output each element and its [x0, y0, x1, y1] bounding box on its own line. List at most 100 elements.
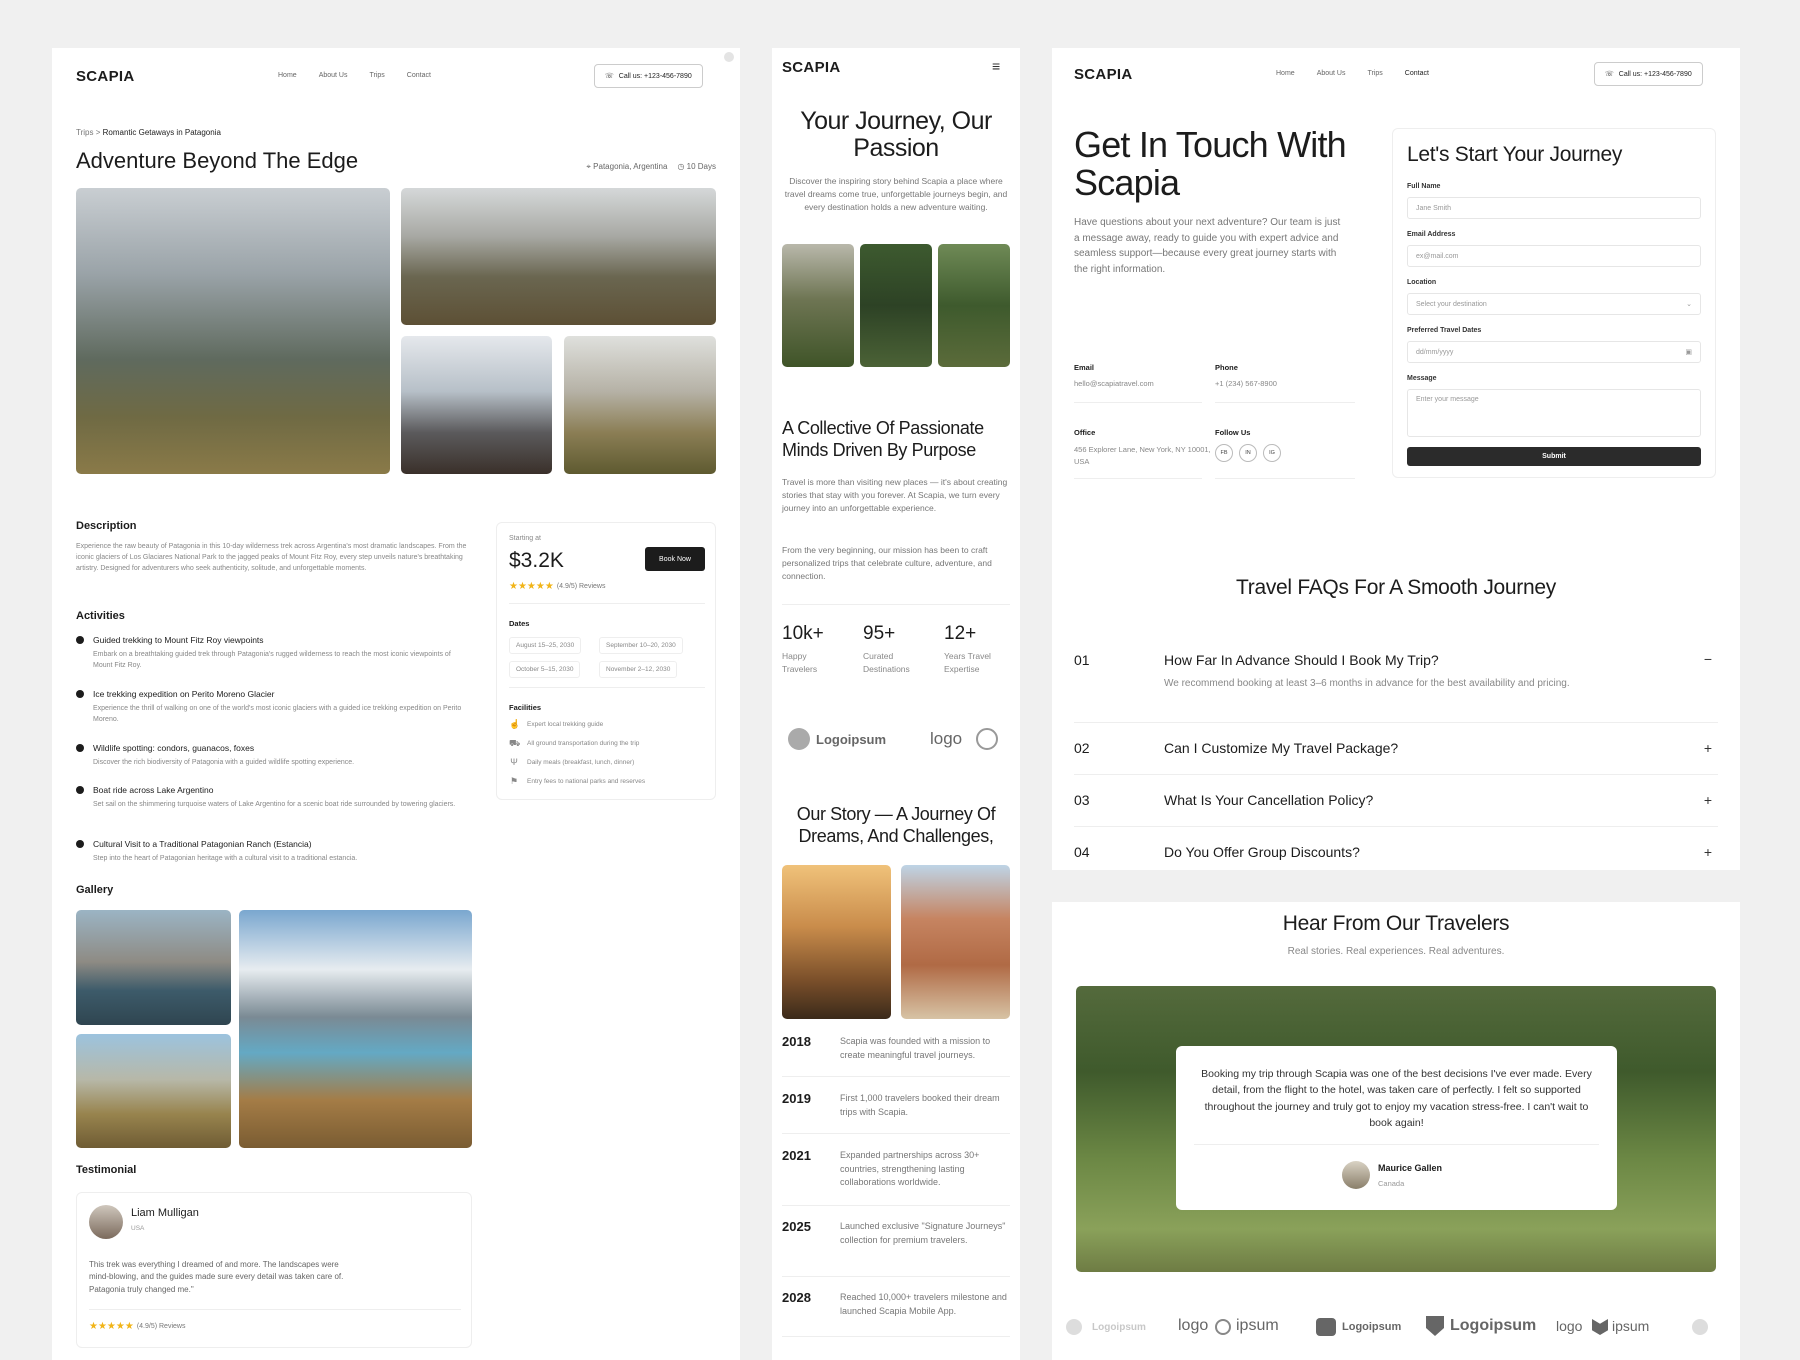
activity-text: Set sail on the shimmering turquoise wat… — [93, 801, 456, 808]
avatar — [1342, 1161, 1370, 1189]
trip-detail-page: SCAPIA Home About Us Trips Contact ☏ Call… — [52, 48, 740, 1360]
hero-image-2 — [860, 244, 932, 367]
timeline-year: 2028 — [782, 1290, 811, 1305]
section-title: Hear From Our Travelers — [1282, 912, 1510, 935]
nav-contact[interactable]: Contact — [407, 72, 431, 79]
divider — [782, 1076, 1010, 1077]
thumbs-up-icon: ☝ — [509, 719, 521, 729]
office-value: 456 Explorer Lane, New York, NY 10001, U… — [1074, 445, 1211, 466]
gallery-image-boat[interactable] — [76, 910, 231, 1025]
hero-image-main[interactable] — [76, 188, 390, 474]
nav-trips[interactable]: Trips — [369, 72, 384, 79]
divider — [89, 1309, 461, 1310]
location-select[interactable]: Select your destination ⌄ — [1407, 293, 1701, 315]
date-option[interactable]: November 2–12, 2030 — [599, 661, 678, 678]
hero-title: Your Journey, Our Passion — [800, 107, 992, 162]
timeline-text: Launched exclusive "Signature Journeys" … — [840, 1221, 1006, 1245]
nav-about[interactable]: About Us — [319, 72, 348, 79]
main-nav: Home About Us Trips Contact — [278, 72, 431, 79]
expand-icon[interactable]: + — [1704, 740, 1712, 756]
faq-question[interactable]: Do You Offer Group Discounts? — [1164, 844, 1360, 860]
logoipsum-mark-icon — [1066, 1319, 1082, 1335]
nav-trips[interactable]: Trips — [1367, 70, 1382, 77]
timeline-year: 2018 — [782, 1034, 811, 1049]
face-mark-icon — [1316, 1318, 1336, 1336]
description-heading: Description — [76, 520, 137, 532]
hero-image-1 — [782, 244, 854, 367]
date-option[interactable]: September 10–20, 2030 — [599, 637, 683, 654]
stat-label: Curated Destinations — [863, 651, 910, 675]
linkedin-icon[interactable]: IN — [1239, 444, 1257, 462]
activity-title: Wildlife spotting: condors, guanacos, fo… — [93, 743, 255, 753]
divider — [1074, 774, 1718, 775]
reviewer-name: Maurice Gallen — [1378, 1163, 1443, 1173]
hero-image-top-right[interactable] — [401, 188, 716, 325]
faq-question[interactable]: How Far In Advance Should I Book My Trip… — [1164, 652, 1439, 668]
faq-question[interactable]: What Is Your Cancellation Policy? — [1164, 792, 1373, 808]
story-title: Our Story — A Journey Of Dreams, And Cha… — [796, 804, 996, 846]
collective-text-1: Travel is more than visiting new places … — [782, 477, 1008, 514]
nav-home[interactable]: Home — [278, 72, 297, 79]
instagram-icon[interactable]: IG — [1263, 444, 1281, 462]
nav-contact[interactable]: Contact — [1405, 70, 1429, 77]
contact-title: Get In Touch With Scapia — [1074, 124, 1347, 203]
email-input[interactable]: ex@mail.com — [1407, 245, 1701, 267]
activity-title: Cultural Visit to a Traditional Patagoni… — [93, 839, 312, 849]
testimonial-heading: Testimonial — [76, 1164, 137, 1176]
divider — [782, 1276, 1010, 1277]
message-textarea[interactable]: Enter your message — [1407, 389, 1701, 437]
rating: ★★★★★ (4.9/5) Reviews — [509, 581, 606, 592]
breadcrumb-trips[interactable]: Trips — [76, 128, 93, 137]
wolf-icon — [1592, 1319, 1608, 1335]
facebook-icon[interactable]: FB — [1215, 444, 1233, 462]
submit-button[interactable]: Submit — [1407, 447, 1701, 466]
nav-home[interactable]: Home — [1276, 70, 1295, 77]
email-label: Email — [1074, 363, 1095, 372]
calendar-icon: ▣ — [1685, 349, 1692, 356]
logo[interactable]: SCAPIA — [782, 59, 840, 76]
divider — [1215, 402, 1355, 403]
call-button[interactable]: ☏ Call us: +123-456-7890 — [594, 64, 703, 88]
form-title: Let's Start Your Journey — [1407, 143, 1623, 166]
brand-logo: ipsum — [1612, 1318, 1650, 1334]
testimonial-quote-card: Booking my trip through Scapia was one o… — [1176, 1046, 1617, 1210]
date-input[interactable]: dd/mm/yyyy ▣ — [1407, 341, 1701, 363]
date-option[interactable]: October 5–15, 2030 — [509, 661, 581, 678]
hero-text: Discover the inspiring story behind Scap… — [784, 176, 1008, 213]
phone-label: Phone — [1215, 363, 1238, 372]
divider — [1074, 722, 1718, 723]
book-now-button[interactable]: Book Now — [645, 547, 705, 571]
logo[interactable]: SCAPIA — [76, 68, 134, 85]
description-text: Experience the raw beauty of Patagonia i… — [76, 543, 467, 572]
hero-image-bottom-left[interactable] — [401, 336, 552, 474]
phone-icon: ☏ — [1605, 71, 1614, 78]
collapse-icon[interactable]: − — [1704, 651, 1712, 667]
testimonial-text: This trek was everything I dreamed of an… — [89, 1260, 344, 1294]
date-option[interactable]: August 15–25, 2030 — [509, 637, 582, 654]
stat-number: 12+ — [944, 623, 977, 644]
breadcrumb-separator: > — [95, 128, 101, 137]
faq-number: 01 — [1074, 652, 1090, 668]
gallery-image-road[interactable] — [239, 910, 472, 1148]
brand-logo: Logoipsum — [1342, 1321, 1402, 1333]
price: $3.2K — [509, 549, 564, 572]
testimonials-section: Hear From Our Travelers Real stories. Re… — [1052, 902, 1740, 1360]
story-image-1 — [782, 865, 891, 1019]
expand-icon[interactable]: + — [1704, 844, 1712, 860]
email-value[interactable]: hello@scapiatravel.com — [1074, 379, 1154, 388]
phone-value[interactable]: +1 (234) 567-8900 — [1215, 379, 1277, 388]
logo[interactable]: SCAPIA — [1074, 66, 1132, 83]
expand-icon[interactable]: + — [1704, 792, 1712, 808]
ticket-icon: ⚑ — [509, 776, 519, 786]
hero-image-bottom-right[interactable] — [564, 336, 716, 474]
hamburger-menu-icon[interactable]: ≡ — [992, 58, 1000, 74]
timeline-year: 2019 — [782, 1091, 811, 1106]
star-icon: ★★★★★ — [89, 1321, 134, 1332]
faq-question[interactable]: Can I Customize My Travel Package? — [1164, 740, 1398, 756]
call-button[interactable]: ☏ Call us: +123-456-7890 — [1594, 62, 1703, 86]
gallery-image-penguins[interactable] — [76, 1034, 231, 1148]
name-input[interactable]: Jane Smith — [1407, 197, 1701, 219]
bullet-icon — [76, 744, 84, 752]
booking-card: Starting at $3.2K Book Now ★★★★★ (4.9/5)… — [496, 522, 716, 800]
nav-about[interactable]: About Us — [1317, 70, 1346, 77]
